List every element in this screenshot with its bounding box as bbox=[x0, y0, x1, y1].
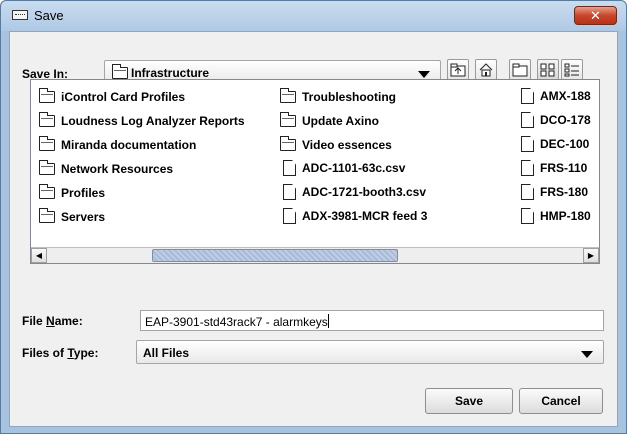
file-icon bbox=[521, 88, 534, 104]
scrollbar-thumb[interactable] bbox=[152, 249, 398, 262]
folder-icon bbox=[39, 135, 55, 151]
cancel-button[interactable]: Cancel bbox=[519, 388, 603, 414]
save-button[interactable]: Save bbox=[425, 388, 513, 414]
folder-icon bbox=[280, 111, 296, 127]
folder-icon bbox=[39, 207, 55, 223]
list-view-button[interactable] bbox=[537, 59, 559, 81]
file-icon bbox=[521, 184, 534, 200]
list-item[interactable]: Video essences bbox=[280, 135, 392, 155]
file-icon bbox=[521, 136, 534, 152]
list-item[interactable]: FRS-110 bbox=[521, 160, 587, 178]
files-of-type-value: All Files bbox=[143, 346, 190, 360]
up-folder-icon bbox=[450, 63, 466, 77]
list-item[interactable]: Miranda documentation bbox=[39, 135, 196, 155]
close-button[interactable]: ✕ bbox=[574, 6, 617, 25]
chevron-down-icon bbox=[581, 351, 593, 358]
list-item[interactable]: HMP-180 bbox=[521, 208, 591, 226]
list-item[interactable]: Troubleshooting bbox=[280, 87, 396, 107]
list-item[interactable]: AMX-188 bbox=[521, 88, 591, 106]
details-view-button[interactable] bbox=[561, 59, 583, 81]
folder-icon bbox=[39, 87, 55, 103]
list-item[interactable]: DCO-178 bbox=[521, 112, 591, 130]
scroll-right-button[interactable]: ▶ bbox=[583, 248, 599, 263]
chevron-down-icon bbox=[418, 71, 430, 78]
list-item[interactable]: Network Resources bbox=[39, 159, 173, 179]
file-icon bbox=[283, 208, 296, 224]
file-list[interactable]: iControl Card Profiles Loudness Log Anal… bbox=[30, 79, 600, 264]
file-icon bbox=[521, 160, 534, 176]
file-icon bbox=[283, 160, 296, 176]
file-name-value: EAP-3901-std43rack7 - alarmkeys bbox=[145, 315, 328, 329]
up-one-level-button[interactable] bbox=[447, 59, 469, 81]
folder-icon bbox=[39, 183, 55, 199]
list-item[interactable]: ADC-1721-booth3.csv bbox=[283, 184, 426, 202]
new-folder-icon bbox=[512, 63, 528, 77]
save-dialog: Save ✕ Save In: Infrastructure iControl … bbox=[0, 0, 627, 434]
window-icon bbox=[12, 10, 28, 20]
folder-icon bbox=[112, 64, 128, 79]
details-view-icon bbox=[564, 63, 579, 77]
file-name-label: File Name: bbox=[22, 314, 83, 328]
save-in-value: Infrastructure bbox=[131, 66, 210, 80]
window-title: Save bbox=[34, 8, 64, 23]
create-new-folder-button[interactable] bbox=[509, 59, 531, 81]
list-item[interactable]: Loudness Log Analyzer Reports bbox=[39, 111, 245, 131]
file-icon bbox=[521, 208, 534, 224]
file-name-input[interactable]: EAP-3901-std43rack7 - alarmkeys bbox=[140, 310, 604, 331]
home-icon bbox=[479, 63, 493, 77]
files-of-type-label: Files of Type: bbox=[22, 346, 99, 360]
horizontal-scrollbar[interactable]: ◀ ▶ bbox=[31, 247, 599, 263]
list-item[interactable]: Update Axino bbox=[280, 111, 379, 131]
list-item[interactable]: ADX-3981-MCR feed 3 bbox=[283, 208, 427, 226]
dialog-content: Save In: Infrastructure iControl Card Pr… bbox=[9, 31, 618, 427]
list-view-icon bbox=[540, 63, 555, 77]
scroll-left-button[interactable]: ◀ bbox=[31, 248, 47, 263]
list-item[interactable]: Servers bbox=[39, 207, 105, 227]
title-bar[interactable]: Save ✕ bbox=[1, 1, 626, 31]
list-item[interactable]: ADC-1101-63c.csv bbox=[283, 160, 405, 178]
file-icon bbox=[283, 184, 296, 200]
folder-icon bbox=[280, 87, 296, 103]
folder-icon bbox=[280, 135, 296, 151]
home-button[interactable] bbox=[475, 59, 497, 81]
list-item[interactable]: DEC-100 bbox=[521, 136, 589, 154]
folder-icon bbox=[39, 159, 55, 175]
folder-icon bbox=[39, 111, 55, 127]
list-item[interactable]: iControl Card Profiles bbox=[39, 87, 185, 107]
list-item[interactable]: Profiles bbox=[39, 183, 105, 203]
files-of-type-combo[interactable]: All Files bbox=[136, 340, 604, 364]
text-caret bbox=[327, 314, 329, 328]
file-icon bbox=[521, 112, 534, 128]
list-item[interactable]: FRS-180 bbox=[521, 184, 588, 202]
